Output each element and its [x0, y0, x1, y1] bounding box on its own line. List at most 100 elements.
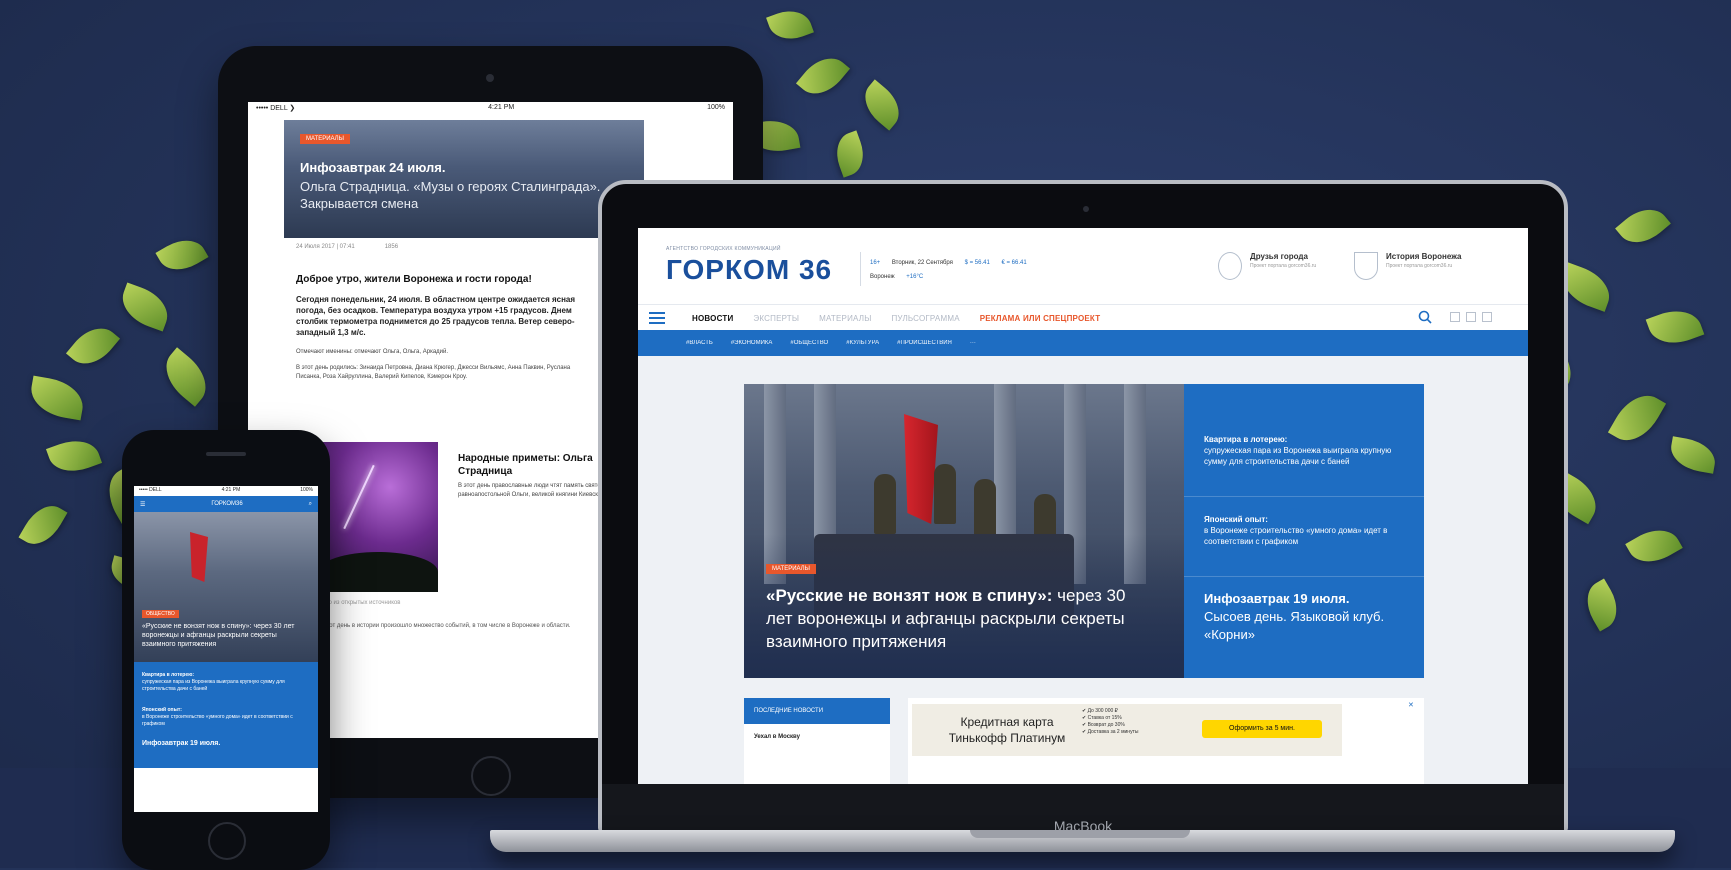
- hero-tag[interactable]: МАТЕРИАЛЫ: [300, 134, 350, 144]
- nav-materials[interactable]: МАТЕРИАЛЫ: [819, 314, 871, 323]
- featured-title: Инфозавтрак 19 июля.: [1204, 591, 1350, 606]
- close-icon[interactable]: ✕: [1408, 702, 1416, 710]
- laptop-device: АГЕНТСТВО ГОРОДСКИХ КОММУНИКАЦИЙ ГОРКОМ …: [598, 180, 1568, 834]
- hashtag-navigation: #ВЛАСТЬ #ЭКОНОМИКА #ОБЩЕСТВО #КУЛЬТУРА #…: [638, 330, 1528, 356]
- ad-apply-button[interactable]: Оформить за 5 мин.: [1202, 720, 1322, 738]
- hero-article[interactable]: МАТЕРИАЛЫ «Русские не вонзят нож в спину…: [744, 384, 1184, 678]
- hashtag-culture[interactable]: #КУЛЬТУРА: [846, 340, 879, 346]
- hashtag-incidents[interactable]: #ПРОИСШЕСТВИЯ: [897, 340, 952, 346]
- side-article-text: В этот день православные люди чтят памят…: [458, 483, 607, 498]
- latest-news-item[interactable]: Уехал в Москву: [744, 724, 890, 750]
- phone-hero-article[interactable]: ОБЩЕСТВО «Русские не вонзят нож в спину»…: [134, 512, 318, 662]
- weather: +16°C: [906, 274, 924, 280]
- latest-news: ПОСЛЕДНИЕ НОВОСТИ Уехал в Москву: [744, 698, 890, 784]
- featured-text: супружеская пара из Воронежа выиграла кр…: [1204, 446, 1392, 466]
- article-heading: Доброе утро, жители Воронежа и гости гор…: [296, 274, 532, 285]
- hero-tag[interactable]: ОБЩЕСТВО: [142, 610, 179, 618]
- more-hashtags[interactable]: ···: [970, 340, 976, 346]
- featured-item-1[interactable]: Квартира в лотерею: супружеская пара из …: [1204, 434, 1404, 467]
- logo-subtitle: АГЕНТСТВО ГОРОДСКИХ КОММУНИКАЦИЙ: [666, 246, 781, 252]
- status-carrier: ••••• DELL: [139, 487, 162, 493]
- header-info: 16+ Вторник, 22 Сентября $ = 56.41 € = 6…: [870, 256, 1037, 284]
- featured-text: в Воронеже строительство «умного дома» и…: [1204, 526, 1388, 546]
- odnoklassniki-icon[interactable]: [1482, 312, 1492, 322]
- site-logo[interactable]: ГОРКОМ 36: [666, 254, 832, 286]
- article-paragraph: Сегодня понедельник, 24 июля. В областно…: [296, 295, 576, 337]
- phone-news-block[interactable]: Инфозавтрак 19 июля.: [134, 732, 318, 768]
- nav-experts[interactable]: ЭКСПЕРТЫ: [753, 314, 799, 323]
- ad-banner[interactable]: Кредитная карта Тинькофф Платинум ✔ До 3…: [912, 704, 1342, 756]
- status-time: 4:21 PM: [221, 487, 241, 493]
- eur-rate: € = 66.41: [1001, 260, 1027, 266]
- hamburger-icon[interactable]: [642, 305, 672, 331]
- hero-title-bold: «Русские не вонзят нож в спину»:: [766, 586, 1053, 605]
- city-name: Воронеж: [870, 274, 895, 280]
- article-image-lightning: [318, 442, 438, 592]
- news-title: Квартира в лотерею:: [142, 672, 195, 678]
- ad-feature: ✔ Возврат до 30%: [1082, 722, 1125, 728]
- tablet-camera: [486, 74, 494, 82]
- laptop-screen: АГЕНТСТВО ГОРОДСКИХ КОММУНИКАЦИЙ ГОРКОМ …: [638, 228, 1528, 784]
- article-body: В этот день в истории произошло множеств…: [318, 623, 571, 629]
- phone-home-button[interactable]: [208, 822, 246, 860]
- phone-news-block[interactable]: Квартира в лотерею: супружеская пара из …: [134, 662, 318, 697]
- featured-title: Японский опыт:: [1204, 515, 1268, 524]
- featured-item-2[interactable]: Японский опыт: в Воронеже строительство …: [1204, 514, 1404, 547]
- featured-sidebar: Квартира в лотерею: супружеская пара из …: [1184, 384, 1424, 678]
- tablet-hero-article[interactable]: МАТЕРИАЛЫ Инфозавтрак 24 июля. Ольга Стр…: [284, 120, 644, 238]
- current-date: Вторник, 22 Сентября: [891, 260, 953, 266]
- phone-speaker: [206, 452, 246, 456]
- latest-news-header[interactable]: ПОСЛЕДНИЕ НОВОСТИ: [744, 698, 890, 724]
- flag-image: [190, 532, 208, 582]
- hero-tag[interactable]: МАТЕРИАЛЫ: [766, 564, 816, 574]
- featured-text: Сысоев день. Языковой клуб. «Корни»: [1204, 609, 1385, 642]
- nav-advertising[interactable]: РЕКЛАМА ИЛИ СПЕЦПРОЕКТ: [980, 314, 1101, 323]
- ad-feature: ✔ До 300 000 ₽: [1082, 708, 1118, 714]
- article-meta: 24 Июля 2017 | 07:41 1856: [296, 244, 398, 250]
- search-icon[interactable]: ⌕: [309, 501, 312, 508]
- hero-subtitle: Ольга Страдница. «Музы о героях Сталингр…: [300, 179, 601, 211]
- laptop-camera: [1083, 206, 1089, 212]
- hero-title: «Русские не вонзят нож в спину»: через 3…: [766, 584, 1146, 653]
- ad-features: ✔ До 300 000 ₽ ✔ Ставка от 15% ✔ Возврат…: [1082, 708, 1138, 736]
- image-caption: Фото из открытых источников: [318, 600, 401, 606]
- tablet-status-bar: ••••• DELL ❯ 4:21 PM 100%: [248, 102, 733, 118]
- status-battery: 100%: [707, 104, 725, 111]
- hashtag-vlast[interactable]: #ВЛАСТЬ: [686, 340, 713, 346]
- age-rating: 16+: [870, 260, 881, 266]
- article-date: 24 Июля 2017 | 07:41: [296, 244, 355, 250]
- featured-item-3[interactable]: Инфозавтрак 19 июля. Сысоев день. Языков…: [1204, 590, 1404, 644]
- hero-title: «Русские не вонзят нож в спину»: через 3…: [142, 623, 295, 648]
- map-icon: [1218, 252, 1242, 280]
- usd-rate: $ = 56.41: [964, 260, 990, 266]
- header-divider: [860, 252, 861, 286]
- logo-text: ГОРКОМ: [666, 254, 791, 285]
- vk-icon[interactable]: [1466, 312, 1476, 322]
- site-header: АГЕНТСТВО ГОРОДСКИХ КОММУНИКАЦИЙ ГОРКОМ …: [638, 228, 1528, 304]
- ad-feature: ✔ Доставка за 2 минуты: [1082, 729, 1139, 735]
- laptop-base: [490, 830, 1675, 852]
- status-carrier: ••••• DELL ❯: [256, 105, 296, 112]
- news-text: супружеская пара из Воронежа выиграла кр…: [142, 679, 285, 692]
- ad-title: Кредитная карта Тинькофф Платинум: [948, 715, 1066, 745]
- nav-news[interactable]: НОВОСТИ: [692, 314, 733, 323]
- hashtag-society[interactable]: #ОБЩЕСТВО: [790, 340, 828, 346]
- phone-status-bar: ••••• DELL 4:21 PM 100%: [134, 486, 318, 496]
- hamburger-icon[interactable]: ☰: [140, 501, 145, 508]
- search-icon[interactable]: [1418, 310, 1432, 324]
- advertisement[interactable]: Кредитная карта Тинькофф Платинум ✔ До 3…: [908, 698, 1424, 784]
- card-title: История Воронежа: [1386, 252, 1462, 261]
- news-title: Японский опыт:: [142, 707, 182, 713]
- phone-news-block[interactable]: Японский опыт: в Воронеже строительство …: [134, 697, 318, 732]
- main-navigation: НОВОСТИ ЭКСПЕРТЫ МАТЕРИАЛЫ ПУЛЬСОГРАММА …: [638, 304, 1528, 331]
- card-voronezh-history[interactable]: История Воронежа Проект портала gorcom36…: [1354, 252, 1514, 280]
- phone-screen: ••••• DELL 4:21 PM 100% ☰ ГОРКОМ36 ⌕ ОБЩ…: [134, 486, 318, 812]
- article-small-1: Отмечают именины: отмечают Ольга, Ольга,…: [296, 349, 449, 355]
- nav-pulsegram[interactable]: ПУЛЬСОГРАММА: [891, 314, 959, 323]
- hashtag-economy[interactable]: #ЭКОНОМИКА: [731, 340, 773, 346]
- article-small-2: В этот день родились: Зинаида Петровна, …: [296, 365, 571, 380]
- facebook-icon[interactable]: [1450, 312, 1460, 322]
- side-article-title[interactable]: Народные приметы: Ольга Страдница: [458, 452, 608, 478]
- tablet-home-button[interactable]: [471, 756, 511, 796]
- phone-logo[interactable]: ГОРКОМ36: [211, 501, 242, 507]
